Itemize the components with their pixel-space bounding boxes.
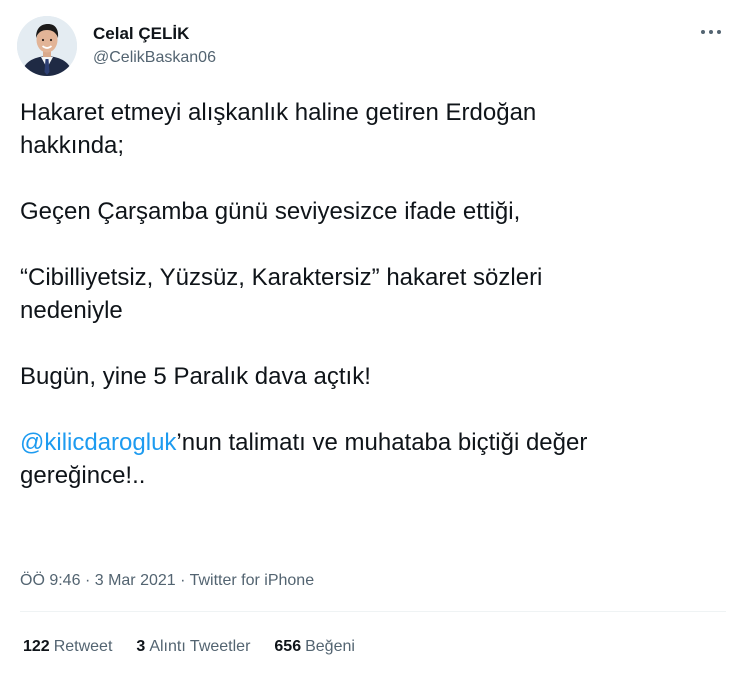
tweet-card: Celal ÇELİK @CelikBaskan06 Hakaret etmey… <box>0 0 746 673</box>
tweet-line: Hakaret etmeyi alışkanlık haline getiren… <box>20 99 537 126</box>
like-count: 656 <box>274 638 302 655</box>
tweet-line: “Cibilliyetsiz, Yüzsüz, Karaktersiz” hak… <box>20 264 543 291</box>
quote-count: 3 <box>136 638 146 655</box>
like-label: Beğeni <box>305 638 355 655</box>
mention-link[interactable]: @kilicdarogluk <box>20 429 176 456</box>
tweet-text: Hakaret etmeyi alışkanlık haline getiren… <box>20 96 720 492</box>
retweets-stat[interactable]: 122 Retweet <box>23 636 112 658</box>
author-handle[interactable]: @CelikBaskan06 <box>93 47 216 69</box>
author-names: Celal ÇELİK @CelikBaskan06 <box>93 23 216 69</box>
ellipsis-icon <box>701 30 721 34</box>
tweet-header: Celal ÇELİK @CelikBaskan06 <box>17 15 216 77</box>
tweet-time[interactable]: ÖÖ 9:46 <box>20 572 80 589</box>
meta-separator: · <box>180 572 186 589</box>
tweet-line: Geçen Çarşamba günü seviyesizce ifade et… <box>20 198 521 225</box>
tweet-line: Bugün, yine 5 Paralık dava açtık! <box>20 363 371 390</box>
meta-separator: · <box>84 572 91 589</box>
tweet-meta: ÖÖ 9:46 · 3 Mar 2021 · Twitter for iPhon… <box>20 570 314 592</box>
tweet-line: hakkında; <box>20 132 125 159</box>
retweet-count: 122 <box>23 638 50 655</box>
retweet-label: Retweet <box>53 638 113 655</box>
tweet-line: nedeniyle <box>20 297 123 324</box>
profile-photo-icon <box>17 16 77 76</box>
author-display-name[interactable]: Celal ÇELİK <box>93 23 216 45</box>
tweet-source[interactable]: Twitter for iPhone <box>190 572 315 589</box>
divider <box>20 611 726 612</box>
tweet-line-rest: ’nun talimatı ve muhataba biçtiği değer <box>176 429 588 456</box>
tweet-stats: 122 Retweet 3 Alıntı Tweetler 656 Beğeni <box>23 636 379 658</box>
likes-stat[interactable]: 656 Beğeni <box>274 636 355 658</box>
tweet-date[interactable]: 3 Mar 2021 <box>95 572 176 589</box>
tweet-line: @kilicdarogluk’nun talimatı ve muhataba … <box>20 426 720 459</box>
tweet-line: gereğince!.. <box>20 462 146 489</box>
more-options-button[interactable] <box>698 22 724 42</box>
avatar[interactable] <box>17 16 77 76</box>
quotes-stat[interactable]: 3 Alıntı Tweetler <box>136 636 250 658</box>
quote-label: Alıntı Tweetler <box>149 638 251 655</box>
